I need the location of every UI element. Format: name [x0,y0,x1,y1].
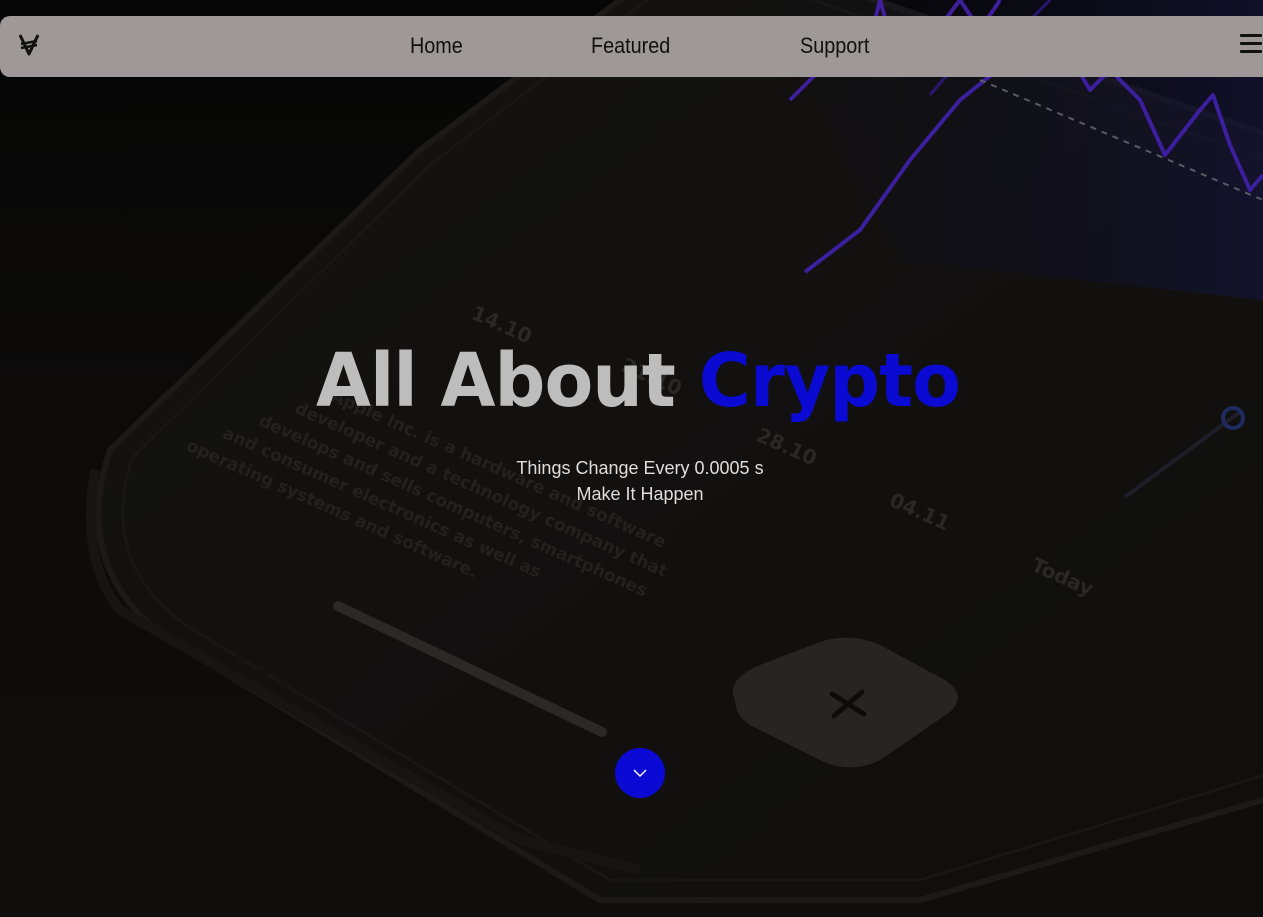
page: 14.10 21.10 28.10 04.11 Today Apple Inc.… [0,0,1263,917]
hero-title: All About Crypto [26,336,1251,426]
hero-title-part1: All About [315,338,699,424]
chevron-down-icon [633,769,647,777]
nav-link-support[interactable]: Support [800,32,869,60]
hero-subtitle-line1: Things Change Every 0.0005 s [516,458,764,478]
scroll-down-button[interactable] [615,748,665,798]
vite-coin-logo-icon[interactable] [17,30,41,60]
nav-link-home[interactable]: Home [410,32,463,60]
hero-subtitle-line2: Make It Happen [576,484,704,504]
nav-link-featured[interactable]: Featured [591,32,670,60]
hero-title-crypto: Crypto [698,338,961,424]
hamburger-menu-icon[interactable] [1240,34,1262,58]
top-navigation-bar: Home Featured Support [0,16,1263,77]
